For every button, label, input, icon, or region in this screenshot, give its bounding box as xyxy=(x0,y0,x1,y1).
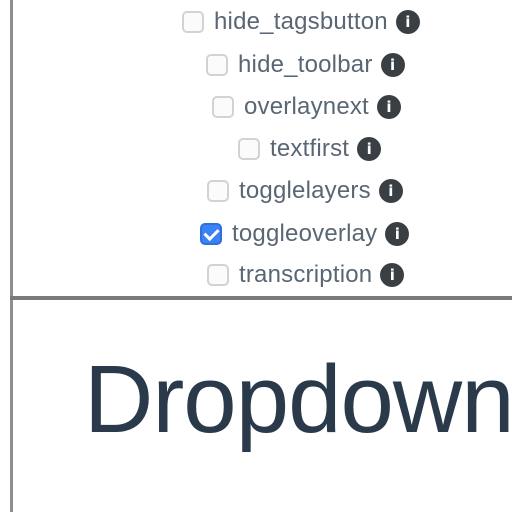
option-textfirst[interactable]: textfirst i xyxy=(238,134,382,164)
info-icon[interactable]: i xyxy=(378,179,403,203)
textfirst-checkbox[interactable] xyxy=(238,138,260,160)
overlaynext-label: overlaynext xyxy=(244,93,369,120)
option-hide-toolbar[interactable]: hide_toolbar i xyxy=(206,50,405,80)
hide-toolbar-checkbox[interactable] xyxy=(206,54,228,76)
info-icon[interactable]: i xyxy=(380,263,405,287)
info-icon[interactable]: i xyxy=(385,222,410,246)
info-icon[interactable]: i xyxy=(376,95,401,119)
option-transcription[interactable]: transcription i xyxy=(207,260,405,290)
options-list: hide_tagsbutton i hide_toolbar i overlay… xyxy=(0,0,512,295)
hide-toolbar-label: hide_toolbar xyxy=(238,51,373,78)
overlaynext-checkbox[interactable] xyxy=(212,96,234,118)
transcription-label: transcription xyxy=(239,261,373,288)
section-divider xyxy=(10,296,512,300)
info-icon[interactable]: i xyxy=(380,53,405,77)
toggleoverlay-label: toggleoverlay xyxy=(232,220,378,247)
togglelayers-label: togglelayers xyxy=(239,177,371,204)
option-togglelayers[interactable]: togglelayers i xyxy=(207,176,403,206)
toggleoverlay-checkbox[interactable] xyxy=(200,223,222,245)
info-icon[interactable]: i xyxy=(395,10,420,34)
page-frame: hide_tagsbutton i hide_toolbar i overlay… xyxy=(0,0,512,512)
option-overlaynext[interactable]: overlaynext i xyxy=(212,92,401,122)
hide-tagsbutton-label: hide_tagsbutton xyxy=(214,8,388,35)
hide-tagsbutton-checkbox[interactable] xyxy=(182,11,204,33)
textfirst-label: textfirst xyxy=(270,135,350,162)
option-hide-tagsbutton[interactable]: hide_tagsbutton i xyxy=(182,7,420,37)
info-icon[interactable]: i xyxy=(357,137,382,161)
section-heading: Dropdowns xyxy=(84,346,512,453)
togglelayers-checkbox[interactable] xyxy=(207,180,229,202)
transcription-checkbox[interactable] xyxy=(207,264,229,286)
option-toggleoverlay[interactable]: toggleoverlay i xyxy=(200,219,410,249)
